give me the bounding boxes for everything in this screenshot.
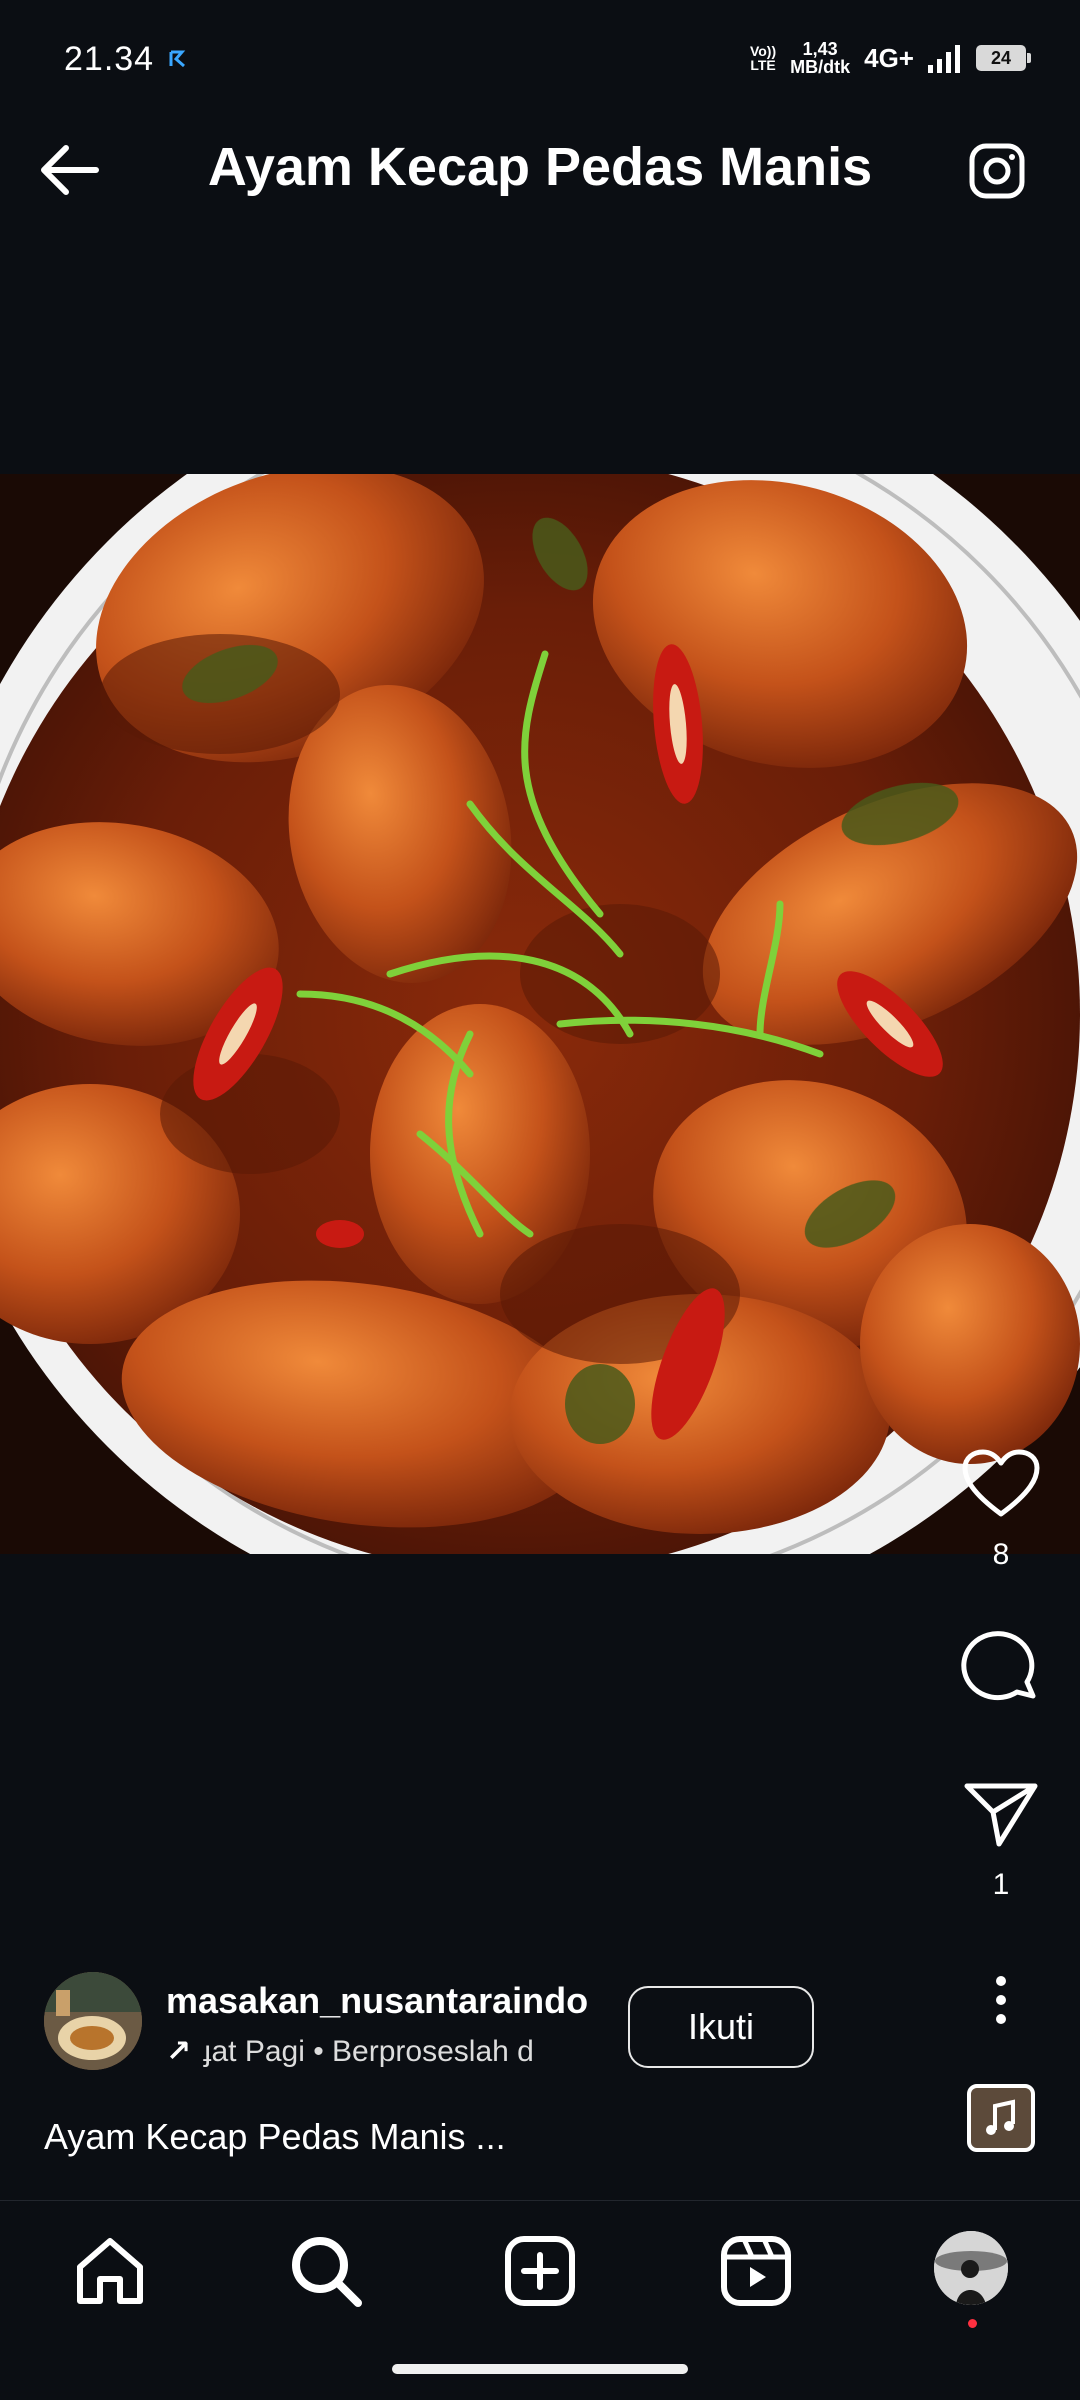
post-image[interactable] [0, 474, 1080, 1554]
music-note-icon [967, 2084, 1035, 2152]
arrow-up-right-icon: ↗ [166, 2035, 192, 2068]
like-button[interactable]: 8 [956, 1448, 1046, 1572]
volte-bottom-text: LTE [750, 57, 776, 73]
follow-button[interactable]: Ikuti [628, 1986, 814, 2068]
send-icon [964, 1783, 1038, 1847]
post-author: masakan_nusantaraindo ↗ ɟat Pagi • Berpro… [44, 1972, 1044, 2082]
search-icon [292, 2237, 362, 2307]
net-speed: 1,43 MB/dtk [790, 40, 850, 76]
camera-button[interactable] [964, 140, 1034, 204]
share-count: 1 [992, 1868, 1010, 1901]
profile-image [934, 2231, 1008, 2305]
status-bar: 21.34 Vo)) LTE 1,43 MB/dtk 4G+ 24 [0, 0, 1080, 96]
avatar-image [44, 1972, 142, 2070]
audio-track-label: ɟat Pagi • Berproseslah d [203, 2035, 534, 2068]
like-count: 8 [992, 1538, 1010, 1571]
nav-profile[interactable] [934, 2231, 1014, 2328]
nav-reels[interactable] [716, 2231, 796, 2311]
nav-create[interactable] [500, 2231, 580, 2311]
nav-home[interactable] [70, 2231, 150, 2311]
food-photo [0, 474, 1080, 1554]
volte-top-text: Vo)) [749, 43, 777, 59]
volte-indicator: Vo)) LTE [750, 44, 776, 72]
page-title: Ayam Kecap Pedas Manis [207, 137, 873, 197]
signal-icon [928, 45, 960, 73]
header: Ayam Kecap Pedas Manis [0, 110, 1080, 230]
author-username[interactable]: masakan_nusantaraindo [166, 1980, 588, 2022]
status-time: 21.34 [64, 40, 155, 78]
nav-search[interactable] [286, 2231, 366, 2311]
home-icon [77, 2238, 143, 2304]
author-avatar[interactable] [44, 1972, 142, 2070]
app-notification-icon [169, 50, 186, 68]
comment-button[interactable] [956, 1630, 1046, 1706]
plus-square-icon [505, 2236, 575, 2306]
reels-icon [721, 2236, 791, 2306]
share-button[interactable]: 1 [956, 1780, 1046, 1902]
heart-icon [962, 1449, 1040, 1517]
profile-avatar [934, 2231, 1008, 2305]
network-type: 4G+ [864, 42, 914, 73]
net-speed-value: 1,43 [802, 39, 838, 59]
net-speed-unit: MB/dtk [790, 57, 851, 77]
status-indicators: Vo)) LTE 1,43 MB/dtk 4G+ 24 [750, 40, 1031, 76]
home-indicator[interactable] [392, 2364, 688, 2374]
comment-icon [961, 1631, 1036, 1701]
notification-dot [968, 2319, 977, 2328]
audio-track[interactable]: ↗ ɟat Pagi • Berproseslah d [166, 2034, 611, 2074]
camera-icon [969, 143, 1025, 199]
post-caption[interactable]: Ayam Kecap Pedas Manis ... [44, 2116, 506, 2158]
battery-icon: 24 [976, 45, 1031, 71]
audio-button[interactable] [956, 2084, 1046, 2152]
